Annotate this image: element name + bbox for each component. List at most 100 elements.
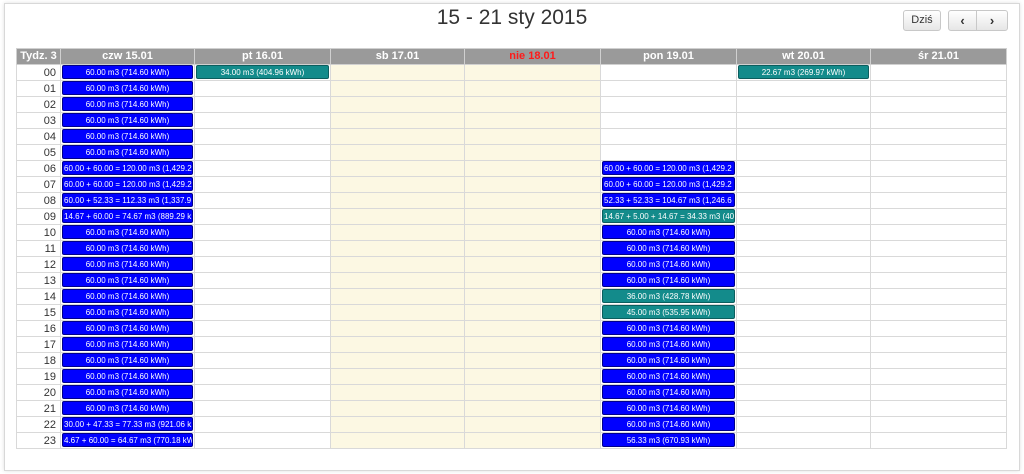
- calendar-event[interactable]: 14.67 + 60.00 = 74.67 m3 (889.29 k: [62, 209, 193, 223]
- calendar-event[interactable]: 60.00 m3 (714.60 kWh): [62, 113, 193, 127]
- time-slot[interactable]: [330, 112, 465, 129]
- time-slot[interactable]: [464, 272, 601, 289]
- time-slot[interactable]: [600, 80, 737, 97]
- time-slot[interactable]: [330, 192, 465, 209]
- time-slot[interactable]: [870, 192, 1007, 209]
- time-slot[interactable]: [736, 224, 871, 241]
- time-slot[interactable]: [194, 256, 331, 273]
- time-slot[interactable]: [600, 128, 737, 145]
- day-header[interactable]: czw 15.01: [60, 48, 195, 65]
- time-slot[interactable]: 60.00 m3 (714.60 kWh): [60, 384, 195, 401]
- calendar-event[interactable]: 60.00 m3 (714.60 kWh): [62, 353, 193, 367]
- day-header[interactable]: pon 19.01: [600, 48, 737, 65]
- day-header[interactable]: śr 21.01: [870, 48, 1007, 65]
- time-slot[interactable]: 52.33 + 52.33 = 104.67 m3 (1,246.6: [600, 192, 737, 209]
- time-slot[interactable]: 60.00 m3 (714.60 kWh): [600, 336, 737, 353]
- time-slot[interactable]: [736, 96, 871, 113]
- time-slot[interactable]: [330, 160, 465, 177]
- time-slot[interactable]: [330, 208, 465, 225]
- time-slot[interactable]: [736, 368, 871, 385]
- time-slot[interactable]: [464, 256, 601, 273]
- time-slot[interactable]: [736, 416, 871, 433]
- time-slot[interactable]: 60.00 m3 (714.60 kWh): [60, 64, 195, 81]
- time-slot[interactable]: [464, 160, 601, 177]
- time-slot[interactable]: 60.00 + 60.00 = 120.00 m3 (1,429.2: [600, 160, 737, 177]
- calendar-event[interactable]: 34.00 m3 (404.96 kWh): [196, 65, 329, 79]
- time-slot[interactable]: [464, 144, 601, 161]
- time-slot[interactable]: [330, 240, 465, 257]
- time-slot[interactable]: [870, 64, 1007, 81]
- time-slot[interactable]: 60.00 m3 (714.60 kWh): [600, 368, 737, 385]
- calendar-event[interactable]: 56.33 m3 (670.93 kWh): [602, 433, 735, 447]
- time-slot[interactable]: [330, 368, 465, 385]
- time-slot[interactable]: [330, 384, 465, 401]
- time-slot[interactable]: [194, 176, 331, 193]
- calendar-event[interactable]: 60.00 m3 (714.60 kWh): [62, 401, 193, 415]
- calendar-event[interactable]: 60.00 m3 (714.60 kWh): [62, 65, 193, 79]
- calendar-event[interactable]: 60.00 m3 (714.60 kWh): [62, 321, 193, 335]
- calendar-event[interactable]: 60.00 m3 (714.60 kWh): [602, 257, 735, 271]
- time-slot[interactable]: [464, 128, 601, 145]
- calendar-event[interactable]: 60.00 + 60.00 = 120.00 m3 (1,429.2: [602, 161, 735, 175]
- time-slot[interactable]: [330, 432, 465, 449]
- time-slot[interactable]: [870, 240, 1007, 257]
- time-slot[interactable]: [464, 320, 601, 337]
- time-slot[interactable]: [870, 160, 1007, 177]
- calendar-event[interactable]: 60.00 m3 (714.60 kWh): [62, 81, 193, 95]
- time-slot[interactable]: [870, 384, 1007, 401]
- time-slot[interactable]: 60.00 m3 (714.60 kWh): [600, 384, 737, 401]
- today-button[interactable]: Dziś: [903, 10, 941, 31]
- calendar-event[interactable]: 60.00 m3 (714.60 kWh): [62, 369, 193, 383]
- prev-button[interactable]: ‹: [948, 10, 977, 31]
- time-slot[interactable]: [870, 432, 1007, 449]
- calendar-event[interactable]: 60.00 + 60.00 = 120.00 m3 (1,429.2: [62, 161, 193, 175]
- time-slot[interactable]: 36.00 m3 (428.78 kWh): [600, 288, 737, 305]
- time-slot[interactable]: [464, 112, 601, 129]
- time-slot[interactable]: [736, 240, 871, 257]
- calendar-event[interactable]: 60.00 m3 (714.60 kWh): [62, 385, 193, 399]
- calendar-event[interactable]: 60.00 m3 (714.60 kWh): [62, 305, 193, 319]
- time-slot[interactable]: [464, 240, 601, 257]
- calendar-event[interactable]: 60.00 + 60.00 = 120.00 m3 (1,429.2: [602, 177, 735, 191]
- calendar-event[interactable]: 60.00 + 52.33 = 112.33 m3 (1,337.9: [62, 193, 193, 207]
- time-slot[interactable]: 4.67 + 60.00 = 64.67 m3 (770.18 kW: [60, 432, 195, 449]
- time-slot[interactable]: [736, 352, 871, 369]
- time-slot[interactable]: [600, 96, 737, 113]
- time-slot[interactable]: 34.00 m3 (404.96 kWh): [194, 64, 331, 81]
- time-slot[interactable]: 60.00 + 52.33 = 112.33 m3 (1,337.9: [60, 192, 195, 209]
- time-slot[interactable]: [736, 304, 871, 321]
- time-slot[interactable]: 60.00 m3 (714.60 kWh): [600, 400, 737, 417]
- time-slot[interactable]: [870, 368, 1007, 385]
- time-slot[interactable]: [736, 256, 871, 273]
- time-slot[interactable]: 60.00 m3 (714.60 kWh): [600, 272, 737, 289]
- time-slot[interactable]: [330, 336, 465, 353]
- time-slot[interactable]: [736, 288, 871, 305]
- calendar-event[interactable]: 60.00 m3 (714.60 kWh): [602, 401, 735, 415]
- time-slot[interactable]: 14.67 + 60.00 = 74.67 m3 (889.29 k: [60, 208, 195, 225]
- time-slot[interactable]: 60.00 m3 (714.60 kWh): [60, 336, 195, 353]
- time-slot[interactable]: [736, 320, 871, 337]
- time-slot[interactable]: 60.00 m3 (714.60 kWh): [60, 256, 195, 273]
- calendar-event[interactable]: 4.67 + 60.00 = 64.67 m3 (770.18 kW: [62, 433, 193, 447]
- calendar-event[interactable]: 14.67 + 5.00 + 14.67 = 34.33 m3 (40: [602, 209, 735, 223]
- day-header[interactable]: wt 20.01: [736, 48, 871, 65]
- calendar-event[interactable]: 60.00 m3 (714.60 kWh): [602, 417, 735, 431]
- time-slot[interactable]: [194, 432, 331, 449]
- time-slot[interactable]: 60.00 m3 (714.60 kWh): [600, 240, 737, 257]
- time-slot[interactable]: 22.67 m3 (269.97 kWh): [736, 64, 871, 81]
- time-slot[interactable]: 60.00 m3 (714.60 kWh): [60, 304, 195, 321]
- time-slot[interactable]: [736, 192, 871, 209]
- time-slot[interactable]: 60.00 m3 (714.60 kWh): [60, 112, 195, 129]
- time-slot[interactable]: [194, 192, 331, 209]
- time-slot[interactable]: [600, 112, 737, 129]
- time-slot[interactable]: [330, 64, 465, 81]
- calendar-event[interactable]: 30.00 + 47.33 = 77.33 m3 (921.06 k: [62, 417, 193, 431]
- next-button[interactable]: ›: [976, 10, 1008, 31]
- time-slot[interactable]: 30.00 + 47.33 = 77.33 m3 (921.06 k: [60, 416, 195, 433]
- calendar-event[interactable]: 60.00 m3 (714.60 kWh): [602, 385, 735, 399]
- calendar-event[interactable]: 45.00 m3 (535.95 kWh): [602, 305, 735, 319]
- time-slot[interactable]: [736, 144, 871, 161]
- time-slot[interactable]: [736, 208, 871, 225]
- time-slot[interactable]: 60.00 m3 (714.60 kWh): [60, 288, 195, 305]
- time-slot[interactable]: [870, 400, 1007, 417]
